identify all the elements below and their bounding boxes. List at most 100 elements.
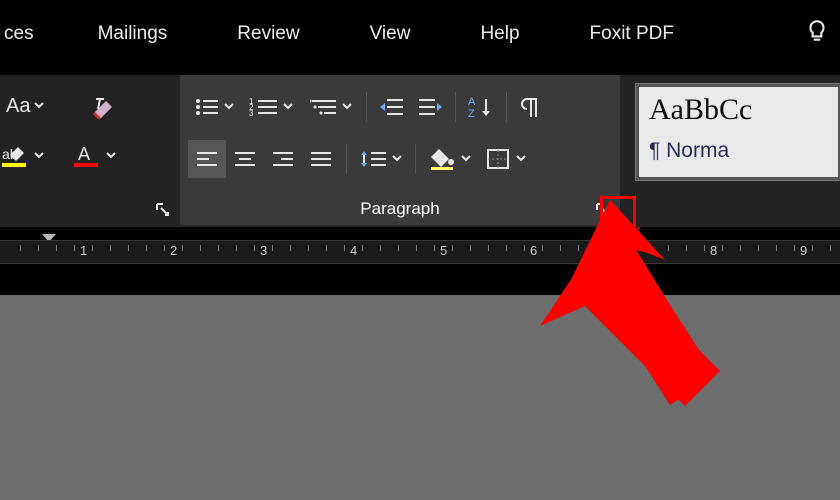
font-color-button[interactable]: A (72, 137, 116, 175)
ruler-minor-tick (398, 245, 399, 251)
paragraph-group-label: Paragraph (180, 199, 620, 219)
tab-mailings[interactable]: Mailings (98, 23, 168, 45)
ruler-minor-tick (812, 245, 813, 251)
ruler-minor-tick (686, 245, 687, 251)
paragraph-dialog-launcher[interactable] (592, 199, 614, 221)
tell-me-icon[interactable] (804, 18, 830, 49)
increase-indent-button[interactable] (411, 88, 449, 126)
ruler-minor-tick (146, 245, 147, 251)
ruler-number: 9 (800, 243, 807, 258)
tab-help[interactable]: Help (480, 23, 519, 45)
ruler-minor-tick (794, 245, 795, 251)
style-preview-text: AaBbCc (649, 93, 752, 127)
ruler-number: 6 (530, 243, 537, 258)
ruler-number: 4 (350, 243, 357, 258)
ruler-minor-tick (326, 245, 327, 251)
align-center-button[interactable] (226, 140, 264, 178)
highlight-color-button[interactable]: ab (0, 137, 44, 175)
stage: ces Mailings Review View Help Foxit PDF … (0, 0, 840, 500)
ruler-minor-tick (362, 245, 363, 251)
ruler-minor-tick (776, 245, 777, 251)
ruler-minor-tick (236, 245, 237, 251)
ruler-minor-tick (740, 245, 741, 251)
ruler-minor-tick (272, 245, 273, 251)
ruler-minor-tick (38, 245, 39, 251)
ruler-minor-tick (722, 245, 723, 251)
svg-text:Z: Z (468, 108, 475, 119)
svg-text:3: 3 (249, 109, 254, 118)
ruler-minor-tick (290, 245, 291, 251)
ruler-minor-tick (200, 245, 201, 251)
ruler-minor-tick (344, 245, 345, 251)
ruler-minor-tick (380, 245, 381, 251)
chevron-down-icon (224, 98, 234, 116)
ruler-minor-tick (596, 245, 597, 251)
styles-gallery[interactable]: AaBbCc ¶ Norma (635, 83, 840, 181)
tab-references[interactable]: ces (4, 23, 34, 45)
chevron-down-icon (283, 98, 293, 116)
font-group: Aa ab A (0, 75, 170, 225)
chevron-down-icon (34, 97, 44, 115)
ruler-number: 3 (260, 243, 267, 258)
borders-button[interactable] (478, 140, 534, 178)
align-right-button[interactable] (264, 140, 302, 178)
tab-review[interactable]: Review (237, 23, 299, 45)
ruler-minor-tick (506, 245, 507, 251)
tab-foxit-pdf[interactable]: Foxit PDF (590, 23, 674, 45)
sort-button[interactable]: AZ (462, 88, 500, 126)
ruler-minor-tick (182, 245, 183, 251)
ruler-minor-tick (164, 245, 165, 251)
separator (366, 92, 367, 122)
chevron-down-icon (342, 98, 352, 116)
show-hide-marks-button[interactable] (513, 88, 547, 126)
ruler-number: 1 (80, 243, 87, 258)
paragraph-row-1: 123 AZ (188, 85, 608, 129)
ruler-minor-tick (668, 245, 669, 251)
ruler-minor-tick (758, 245, 759, 251)
paragraph-group: 123 AZ (180, 75, 620, 225)
style-name: ¶ Norma (649, 139, 729, 163)
shading-button[interactable] (422, 140, 478, 178)
paragraph-row-2 (188, 137, 608, 181)
tab-view[interactable]: View (370, 23, 411, 45)
top-area: ces Mailings Review View Help Foxit PDF … (0, 0, 840, 295)
ruler-number: 5 (440, 243, 447, 258)
ruler-minor-tick (128, 245, 129, 251)
svg-text:A: A (468, 96, 476, 108)
ruler-minor-tick (614, 245, 615, 251)
bullets-button[interactable] (188, 88, 240, 126)
ruler-number: 8 (710, 243, 717, 258)
multilevel-list-button[interactable] (302, 88, 360, 126)
ruler-minor-tick (578, 245, 579, 251)
ruler-number: 2 (170, 243, 177, 258)
numbering-button[interactable]: 123 (240, 88, 302, 126)
change-case-button[interactable]: Aa (6, 87, 44, 125)
ruler-minor-tick (830, 245, 831, 251)
chevron-down-icon (516, 150, 526, 168)
line-spacing-button[interactable] (353, 140, 409, 178)
ruler-minor-tick (416, 245, 417, 251)
horizontal-ruler[interactable]: 1 2 3 4 5 6 7 8 9 (0, 240, 840, 264)
decrease-indent-button[interactable] (373, 88, 411, 126)
ruler-number: 7 (620, 243, 627, 258)
chevron-down-icon (34, 147, 44, 165)
ruler-minor-tick (434, 245, 435, 251)
ruler-area: 1 2 3 4 5 6 7 8 9 (0, 230, 840, 270)
align-left-button[interactable] (188, 140, 226, 178)
separator (506, 92, 507, 122)
ruler-minor-tick (488, 245, 489, 251)
ribbon-tabs: ces Mailings Review View Help Foxit PDF (0, 18, 840, 50)
clear-formatting-button[interactable] (90, 87, 120, 125)
ruler-minor-tick (110, 245, 111, 251)
ruler-minor-tick (650, 245, 651, 251)
chevron-down-icon (461, 150, 471, 168)
chevron-down-icon (392, 150, 402, 168)
font-dialog-launcher[interactable] (152, 199, 174, 221)
justify-button[interactable] (302, 140, 340, 178)
ruler-minor-tick (470, 245, 471, 251)
ruler-minor-tick (218, 245, 219, 251)
style-normal[interactable]: AaBbCc ¶ Norma (639, 87, 838, 177)
ruler-minor-tick (524, 245, 525, 251)
ruler-minor-tick (56, 245, 57, 251)
ruler-minor-tick (74, 245, 75, 251)
